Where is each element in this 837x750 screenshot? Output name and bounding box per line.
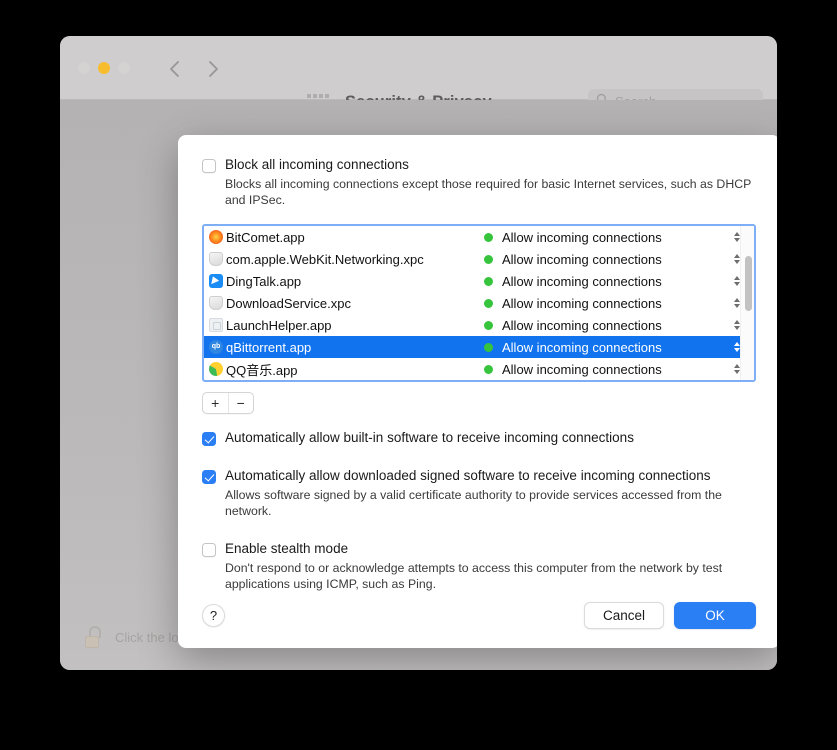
connection-status: Allow incoming connections: [484, 252, 662, 267]
auto-allow-signed-description: Allows software signed by a valid certif…: [225, 488, 722, 518]
unlocked-padlock-icon[interactable]: [85, 626, 103, 648]
forward-chevron-icon[interactable]: [203, 58, 223, 80]
xpc-bundle-icon: [209, 252, 223, 266]
connection-status: Allow incoming connections: [484, 340, 662, 355]
dingtalk-icon: [209, 274, 223, 288]
block-all-incoming-label: Block all incoming connections: [225, 157, 409, 172]
help-button[interactable]: ?: [202, 603, 225, 627]
status-dot-icon: [484, 320, 493, 330]
traffic-light-buttons: [78, 62, 130, 74]
cancel-button[interactable]: Cancel: [584, 601, 664, 629]
connection-status: Allow incoming connections: [484, 230, 662, 245]
block-all-incoming-row[interactable]: Block all incoming connections: [202, 157, 756, 173]
window-titlebar: Security & Privacy Search: [60, 36, 777, 114]
app-name: com.apple.WebKit.Networking.xpc: [226, 251, 424, 267]
connection-status: Allow incoming connections: [484, 362, 662, 377]
table-row[interactable]: DownloadService.xpc Allow incoming conne…: [204, 292, 754, 314]
auto-allow-builtin-row[interactable]: Automatically allow built-in software to…: [202, 430, 756, 446]
sheet-footer: ? Cancel OK: [202, 600, 756, 630]
enable-stealth-mode-description: Don't respond to or acknowledge attempts…: [225, 561, 723, 591]
firewall-options-sheet: Block all incoming connections Blocks al…: [178, 135, 777, 648]
app-name: DingTalk.app: [226, 273, 302, 289]
qqmusic-icon: [209, 362, 223, 376]
app-name: QQ音乐.app: [226, 362, 298, 378]
xpc-bundle-icon: [209, 296, 223, 310]
add-remove-segmented-control[interactable]: + −: [202, 392, 254, 414]
table-row[interactable]: BitComet.app Allow incoming connections: [204, 226, 754, 248]
block-all-incoming-description: Blocks all incoming connections except t…: [225, 177, 752, 207]
auto-allow-builtin-checkbox[interactable]: [202, 432, 216, 446]
launchhelper-icon: [209, 318, 223, 332]
status-dot-icon: [484, 254, 493, 264]
ok-button[interactable]: OK: [674, 601, 756, 629]
system-preferences-window: Security & Privacy Search Click the lock…: [60, 36, 777, 670]
minimize-window-button[interactable]: [98, 62, 110, 74]
qbittorrent-icon: qb: [209, 340, 223, 354]
bitcomet-icon: [209, 230, 223, 244]
close-window-button[interactable]: [78, 62, 90, 74]
back-chevron-icon[interactable]: [165, 58, 185, 80]
status-text: Allow incoming connections: [502, 229, 662, 245]
remove-application-button[interactable]: −: [229, 393, 254, 413]
status-text: Allow incoming connections: [502, 251, 662, 267]
connection-status: Allow incoming connections: [484, 318, 662, 333]
app-name: BitComet.app: [226, 229, 305, 245]
enable-stealth-mode-label: Enable stealth mode: [225, 541, 349, 556]
add-application-button[interactable]: +: [203, 393, 229, 413]
connection-status: Allow incoming connections: [484, 296, 662, 311]
status-text: Allow incoming connections: [502, 317, 662, 333]
app-name: LaunchHelper.app: [226, 317, 332, 333]
status-text: Allow incoming connections: [502, 361, 662, 377]
auto-allow-signed-label: Automatically allow downloaded signed so…: [225, 468, 711, 483]
status-text: Allow incoming connections: [502, 339, 662, 355]
scrollbar-thumb[interactable]: [745, 256, 752, 311]
vertical-scrollbar[interactable]: [740, 226, 754, 380]
status-dot-icon: [484, 342, 493, 352]
table-row[interactable]: LaunchHelper.app Allow incoming connecti…: [204, 314, 754, 336]
table-row[interactable]: com.apple.WebKit.Networking.xpc Allow in…: [204, 248, 754, 270]
enable-stealth-mode-checkbox[interactable]: [202, 543, 216, 557]
status-dot-icon: [484, 364, 493, 374]
auto-allow-signed-checkbox[interactable]: [202, 470, 216, 484]
status-text: Allow incoming connections: [502, 295, 662, 311]
navigation-arrows: [165, 58, 223, 80]
status-dot-icon: [484, 232, 493, 242]
app-name: qBittorrent.app: [226, 339, 312, 355]
connection-status: Allow incoming connections: [484, 274, 662, 289]
status-dot-icon: [484, 298, 493, 308]
status-dot-icon: [484, 276, 493, 286]
auto-allow-builtin-label: Automatically allow built-in software to…: [225, 430, 634, 445]
table-row-selected[interactable]: qb qBittorrent.app Allow incoming connec…: [204, 336, 754, 358]
auto-allow-signed-row[interactable]: Automatically allow downloaded signed so…: [202, 468, 756, 484]
enable-stealth-mode-row[interactable]: Enable stealth mode: [202, 541, 756, 557]
app-name: DownloadService.xpc: [226, 295, 352, 311]
maximize-window-button[interactable]: [118, 62, 130, 74]
block-all-incoming-checkbox[interactable]: [202, 159, 216, 173]
table-row[interactable]: DingTalk.app Allow incoming connections: [204, 270, 754, 292]
application-rules-list[interactable]: BitComet.app Allow incoming connections …: [202, 224, 756, 382]
status-text: Allow incoming connections: [502, 273, 662, 289]
table-row[interactable]: QQ音乐.app Allow incoming connections: [204, 358, 754, 380]
